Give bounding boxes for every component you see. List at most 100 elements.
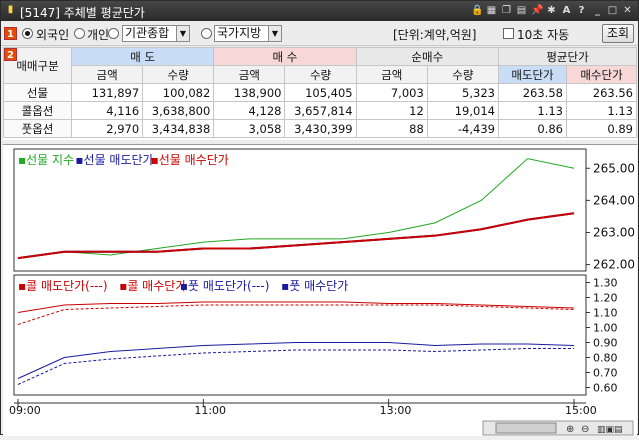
legend-item: ▪선물 매도단가 [75, 153, 153, 167]
auto-refresh-checkbox[interactable] [503, 28, 514, 39]
cell: 5,323 [427, 84, 498, 102]
cell: 2,970 [72, 120, 143, 138]
y-tick-label: 1.30 [593, 277, 618, 290]
table-row[interactable]: 콜옵션 4,116 3,638,800 4,128 3,657,814 12 1… [4, 102, 637, 120]
x-tick-label: 09:00 [9, 404, 41, 417]
lock-icon[interactable]: 🔒 [471, 5, 482, 17]
summary-table: 매매구분 매 도 매 수 순매수 평균단가 금액 수량 금액 수량 금액 수량 … [3, 47, 637, 138]
font-icon[interactable]: A [561, 5, 572, 17]
y-tick-label: 263.00 [593, 225, 635, 239]
radio-institution[interactable] [108, 28, 119, 39]
cell: 0.86 [498, 120, 566, 138]
region-combo-value: 국가지방 [217, 26, 261, 40]
scroll-thumb [496, 423, 556, 433]
lower-plot-frame [14, 275, 586, 395]
series-line-0 [18, 159, 574, 259]
radio-individual-label: 개인 [87, 26, 109, 43]
table-row[interactable]: 선물 131,897 100,082 138,900 105,405 7,003… [4, 84, 637, 102]
y-tick-label: 0.80 [593, 352, 618, 365]
window-title: [5147] 주체별 평균단가 [20, 4, 145, 21]
legend-item: ▪풋 매수단가 [281, 279, 348, 293]
series-line-2 [18, 213, 574, 258]
cell: 1.13 [566, 102, 636, 120]
series-line-0 [18, 305, 574, 325]
radio-foreign-label: 외국인 [36, 26, 69, 43]
radio-foreign[interactable] [22, 28, 33, 39]
cell: 105,405 [285, 84, 356, 102]
help-icon[interactable]: ? [576, 5, 587, 17]
table-row[interactable]: 풋옵션 2,970 3,434,838 3,058 3,430,399 88 -… [4, 120, 637, 138]
unit-text: [단위:계약,억원] [393, 26, 476, 43]
tile-icon[interactable]: ▦ [486, 5, 497, 17]
subheader: 매도단가 [498, 66, 566, 84]
filter-toolbar: 1 외국인 개인 기관종합 ▼ 국가지방 ▼ [단위:계약,억원] 10초 자동… [1, 22, 638, 46]
cell: 3,657,814 [285, 102, 356, 120]
y-tick-label: 0.70 [593, 367, 618, 380]
institution-combo[interactable]: 기관종합 ▼ [122, 25, 190, 42]
group-buy: 매 수 [214, 48, 356, 66]
series-line-2 [18, 349, 574, 385]
print-icon[interactable]: ▤ [516, 5, 527, 17]
cell: 3,430,399 [285, 120, 356, 138]
subheader: 금액 [214, 66, 285, 84]
zoom-in-icon: ⊕ [566, 424, 574, 435]
cell: 7,003 [356, 84, 427, 102]
copy-icon[interactable]: ❐ [501, 5, 512, 17]
row-label: 콜옵션 [4, 102, 72, 120]
row-label: 풋옵션 [4, 120, 72, 138]
x-tick-label: 11:00 [194, 404, 226, 417]
y-tick-label: 1.00 [593, 322, 618, 335]
cell: 100,082 [143, 84, 214, 102]
cell: 1.13 [498, 102, 566, 120]
chevron-down-icon[interactable]: ▼ [268, 26, 281, 41]
pin-icon[interactable]: 📌 [531, 5, 542, 17]
title-bar: ▮ [5147] 주체별 평균단가 🔒 ▦ ❐ ▤ 📌 ✱ A ? _ □ ✕ [1, 1, 638, 21]
y-tick-label: 0.60 [593, 382, 618, 395]
minimize-icon[interactable]: _ [592, 5, 603, 17]
cell: 263.58 [498, 84, 566, 102]
app-icon: ▮ [5, 4, 16, 16]
cell: 19,014 [427, 102, 498, 120]
subheader: 금액 [72, 66, 143, 84]
query-button[interactable]: 조회 [602, 24, 634, 43]
subheader: 수량 [285, 66, 356, 84]
maximize-icon[interactable]: □ [607, 5, 618, 17]
x-tick-label: 15:00 [565, 404, 597, 417]
y-tick-label: 0.90 [593, 337, 618, 350]
auto-refresh-label: 10초 자동 [517, 26, 569, 43]
cell: 88 [356, 120, 427, 138]
legend-item: ▪콜 매수단가 [119, 279, 186, 293]
subheader: 수량 [143, 66, 214, 84]
cell: 3,434,838 [143, 120, 214, 138]
close-icon[interactable]: ✕ [622, 5, 633, 17]
chart-panel: 265.00264.00263.00262.00▪선물 지수▪선물 매도단가▪선… [3, 144, 637, 436]
radio-region[interactable] [201, 28, 212, 39]
section-badge: 1 [4, 27, 17, 40]
cell: 0.89 [566, 120, 636, 138]
legend-item: ▪선물 지수 [18, 153, 74, 167]
row-label: 선물 [4, 84, 72, 102]
cell: 12 [356, 102, 427, 120]
radio-individual[interactable] [74, 28, 85, 39]
zoom-out-icon: ⊖ [581, 424, 589, 435]
y-tick-label: 1.20 [593, 292, 618, 305]
cell: 3,058 [214, 120, 285, 138]
cell: -4,439 [427, 120, 498, 138]
cell: 138,900 [214, 84, 285, 102]
cell: 263.56 [566, 84, 636, 102]
institution-combo-value: 기관종합 [125, 26, 169, 40]
region-combo[interactable]: 국가지방 ▼ [214, 25, 282, 42]
legend-item: ▪선물 매수단가 [151, 153, 229, 167]
subheader: 수량 [427, 66, 498, 84]
section-badge-2: 2 [4, 48, 17, 61]
group-net: 순매수 [356, 48, 498, 66]
chevron-down-icon[interactable]: ▼ [176, 26, 189, 41]
legend-item: ▪콜 매도단가(---) [18, 279, 108, 293]
chart-svg[interactable]: 265.00264.00263.00262.00▪선물 지수▪선물 매도단가▪선… [3, 145, 637, 437]
y-tick-label: 262.00 [593, 258, 635, 272]
settings-icon[interactable]: ✱ [546, 5, 557, 17]
summary-grid: 2 매매구분 매 도 매 수 순매수 평균단가 금액 수량 금액 수량 금액 수… [3, 47, 637, 140]
group-sell: 매 도 [72, 48, 214, 66]
cell: 131,897 [72, 84, 143, 102]
toolbar-icon: ▥▣▤ [597, 425, 623, 435]
